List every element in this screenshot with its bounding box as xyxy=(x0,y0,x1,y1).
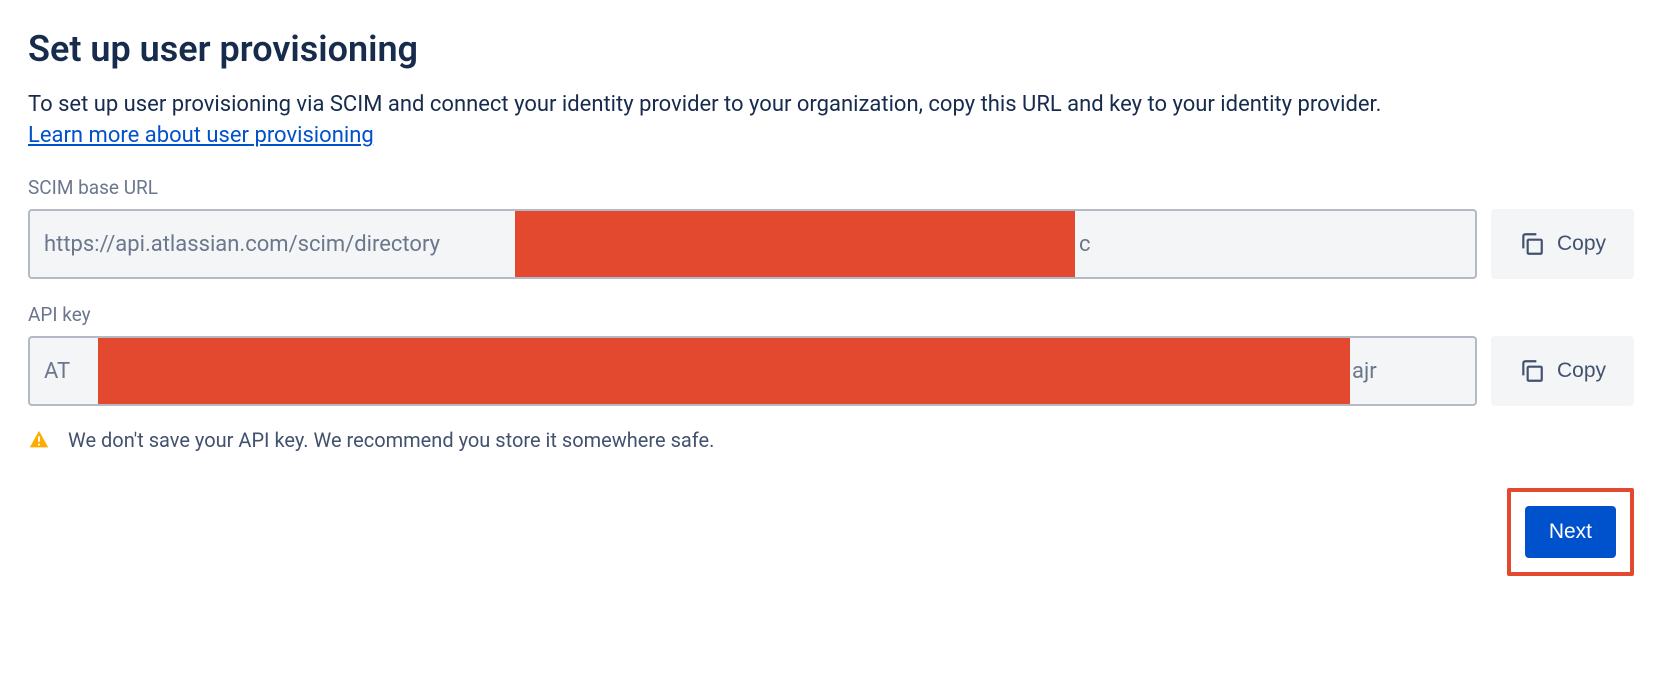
copy-api-key-button[interactable]: Copy xyxy=(1491,336,1634,406)
copy-scim-url-label: Copy xyxy=(1557,232,1606,256)
next-button-highlight: Next xyxy=(1507,488,1634,576)
copy-icon xyxy=(1519,231,1545,257)
api-key-input[interactable]: AT ajr xyxy=(28,336,1477,406)
api-key-redaction xyxy=(98,337,1350,406)
warning-text: We don't save your API key. We recommend… xyxy=(68,428,714,452)
footer: Next xyxy=(28,488,1634,576)
api-key-value-prefix: AT xyxy=(44,359,70,384)
next-button[interactable]: Next xyxy=(1525,506,1616,558)
scim-url-label: SCIM base URL xyxy=(28,176,1634,199)
page-title: Set up user provisioning xyxy=(28,28,1634,70)
api-key-field-group: API key AT ajr Copy xyxy=(28,303,1634,406)
warning-icon xyxy=(28,429,50,451)
api-key-label: API key xyxy=(28,303,1634,326)
scim-url-value-prefix: https://api.atlassian.com/scim/directory xyxy=(44,232,440,257)
scim-url-field-group: SCIM base URL https://api.atlassian.com/… xyxy=(28,176,1634,279)
warning-message: We don't save your API key. We recommend… xyxy=(28,428,1634,452)
scim-url-redaction xyxy=(515,210,1075,279)
page-description: To set up user provisioning via SCIM and… xyxy=(28,88,1634,121)
copy-api-key-label: Copy xyxy=(1557,359,1606,383)
scim-url-value-suffix: c xyxy=(1079,232,1091,257)
learn-more-link[interactable]: Learn more about user provisioning xyxy=(28,123,374,148)
scim-url-input[interactable]: https://api.atlassian.com/scim/directory… xyxy=(28,209,1477,279)
copy-scim-url-button[interactable]: Copy xyxy=(1491,209,1634,279)
api-key-value-suffix: ajr xyxy=(1352,359,1377,384)
copy-icon xyxy=(1519,358,1545,384)
